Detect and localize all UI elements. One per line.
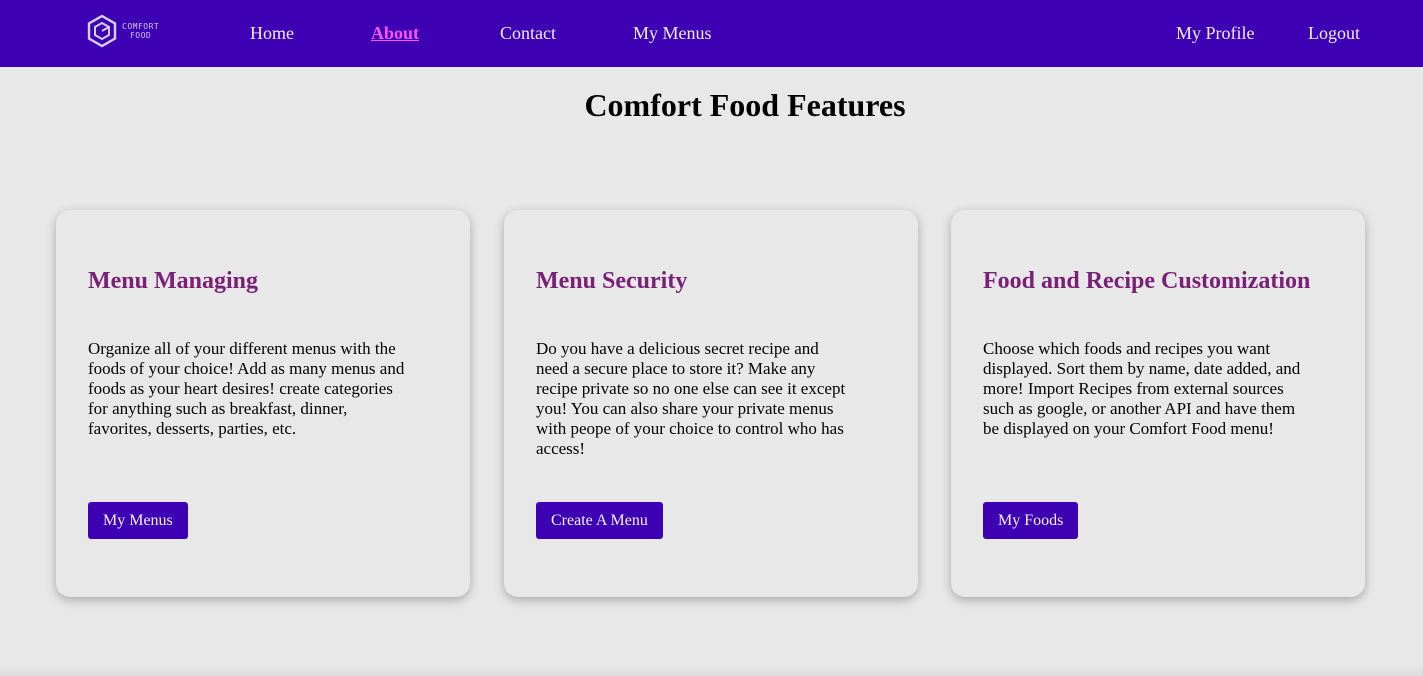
nav-link-contact[interactable]: Contact xyxy=(500,22,556,44)
nav-link-home[interactable]: Home xyxy=(250,22,294,44)
nav-link-about[interactable]: About xyxy=(371,22,419,44)
card-description: Choose which foods and recipes you want … xyxy=(983,339,1301,438)
my-foods-button[interactable]: My Foods xyxy=(983,502,1079,539)
feature-card-menu-managing: Menu Managing Organize all of your diffe… xyxy=(56,210,470,597)
card-title: Menu Security xyxy=(536,268,688,294)
feature-card-customization: Food and Recipe Customization Choose whi… xyxy=(951,210,1365,597)
card-description: Do you have a delicious secret recipe an… xyxy=(536,339,846,458)
nav-link-my-profile[interactable]: My Profile xyxy=(1176,22,1255,44)
card-description: Organize all of your different menus wit… xyxy=(88,339,405,438)
card-title: Menu Managing xyxy=(88,268,259,294)
page-title: Comfort Food Features xyxy=(584,87,906,123)
nav-link-my-menus[interactable]: My Menus xyxy=(633,22,712,44)
site-logo[interactable]: COMFORT FOOD xyxy=(86,14,176,48)
logo-text: COMFORT FOOD xyxy=(122,22,159,40)
hexagon-logo-icon xyxy=(87,14,117,48)
logo-line-2: FOOD xyxy=(129,31,152,40)
nav-link-logout[interactable]: Logout xyxy=(1308,22,1360,44)
create-menu-button[interactable]: Create A Menu xyxy=(536,502,663,539)
logo-line-1: COMFORT xyxy=(122,22,160,31)
footer-edge xyxy=(0,664,1423,676)
feature-card-menu-security: Menu Security Do you have a delicious se… xyxy=(504,210,918,597)
top-navbar: COMFORT FOOD Home About Contact My Menus… xyxy=(0,0,1423,67)
my-menus-button[interactable]: My Menus xyxy=(88,502,188,539)
card-title: Food and Recipe Customization xyxy=(983,268,1311,294)
